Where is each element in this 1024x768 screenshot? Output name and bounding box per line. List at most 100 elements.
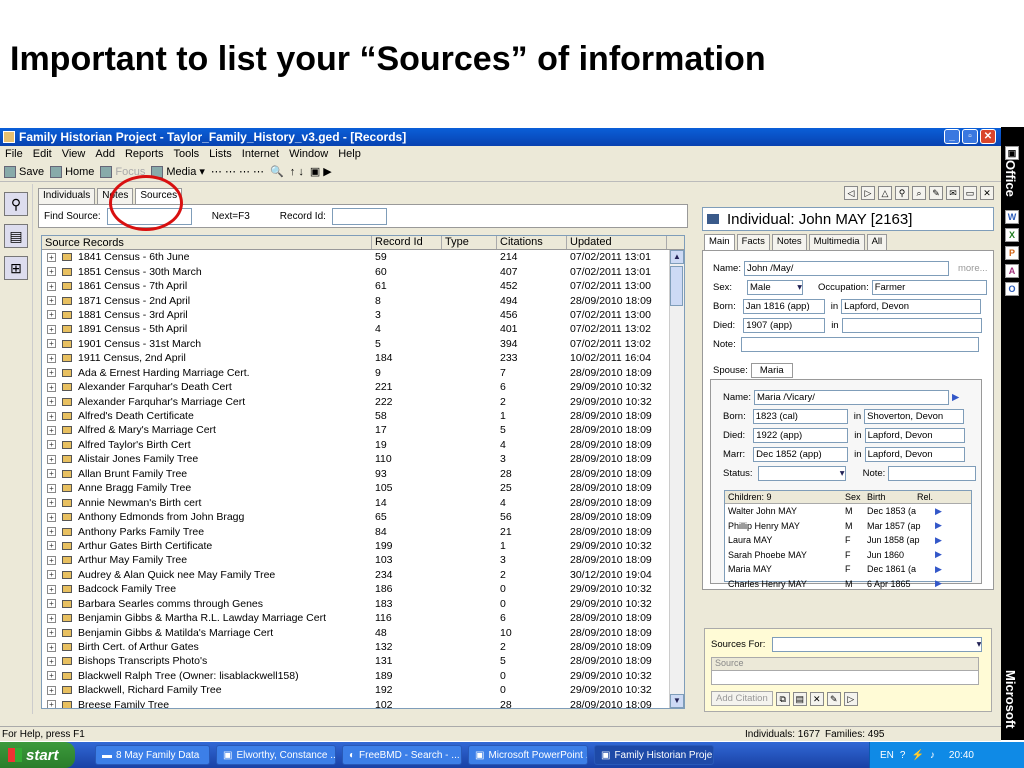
died-place-field[interactable] — [841, 318, 982, 333]
child-row[interactable]: Charles Henry MAY M 6 Apr 1865 ▶ — [725, 577, 971, 592]
expand-icon[interactable]: + — [47, 512, 56, 522]
menu-file[interactable]: File — [4, 148, 24, 160]
expand-icon[interactable]: + — [47, 296, 56, 306]
menu-help[interactable]: Help — [337, 148, 362, 160]
col-citations[interactable]: Citations — [497, 236, 567, 249]
table-row[interactable]: + Arthur May Family Tree 103 3 28/09/2010… — [42, 553, 684, 567]
more-link[interactable]: more... — [958, 263, 988, 274]
col-source-records[interactable]: Source Records — [42, 236, 372, 249]
spouse-died-place-field[interactable]: Lapford, Devon — [864, 428, 965, 443]
binoculars-icon[interactable]: ⌕ — [912, 186, 926, 200]
table-row[interactable]: +1901 Census - 31st March 5 394 07/02/20… — [42, 337, 684, 351]
table-row[interactable]: + Badcock Family Tree 186 0 29/09/2010 10… — [42, 582, 684, 596]
task-powerpoint[interactable]: ▣ Microsoft PowerPoint ... — [468, 745, 588, 765]
expand-icon[interactable]: + — [47, 440, 56, 450]
table-row[interactable]: + Alfred & Mary's Marriage Cert 17 5 28/0… — [42, 423, 684, 437]
table-row[interactable]: + Bishops Transcripts Photo's 131 5 28/09… — [42, 654, 684, 668]
network-icon[interactable]: ⚡ — [911, 750, 923, 761]
go-icon[interactable]: ▷ — [843, 691, 858, 706]
go-to-child-icon[interactable]: ▶ — [927, 549, 947, 560]
marr-date-field[interactable]: Dec 1852 (app) — [753, 447, 849, 462]
word-icon[interactable]: W — [1005, 210, 1019, 224]
expand-icon[interactable]: + — [47, 685, 56, 695]
tool-icon[interactable]: ✎ — [929, 186, 943, 200]
find-icon[interactable]: 🔍 — [270, 165, 284, 178]
close-pane-icon[interactable]: ✕ — [980, 186, 994, 200]
table-row[interactable]: + Alexander Farquhar's Marriage Cert 222 … — [42, 394, 684, 408]
expand-icon[interactable]: + — [47, 324, 56, 334]
table-row[interactable]: + Allan Brunt Family Tree 93 28 28/09/201… — [42, 467, 684, 481]
start-button[interactable]: start — [0, 742, 75, 768]
expand-icon[interactable]: + — [47, 527, 56, 537]
col-type[interactable]: Type — [442, 236, 497, 249]
task-elworthy[interactable]: ▣ Elworthy, Constance ... — [216, 745, 336, 765]
name-field[interactable]: John /May/ — [743, 261, 949, 276]
menu-internet[interactable]: Internet — [241, 148, 280, 160]
maximize-button[interactable]: ▫ — [962, 129, 978, 144]
home-button[interactable]: Home — [50, 165, 94, 178]
go-to-child-icon[interactable]: ▶ — [927, 564, 947, 575]
menu-tools[interactable]: Tools — [172, 148, 200, 160]
record-id-input[interactable] — [331, 207, 387, 225]
expand-icon[interactable]: + — [47, 642, 56, 652]
table-row[interactable]: + Anne Bragg Family Tree 105 25 28/09/201… — [42, 481, 684, 495]
expand-icon[interactable]: + — [47, 656, 56, 666]
delete-icon[interactable]: ✕ — [809, 691, 824, 706]
table-row[interactable]: + Audrey & Alan Quick nee May Family Tree… — [42, 568, 684, 582]
died-date-field[interactable]: 1907 (app) — [743, 318, 826, 333]
expand-icon[interactable]: + — [47, 498, 56, 508]
sources-for-select[interactable]: ▾ — [772, 637, 983, 652]
access-icon[interactable]: A — [1005, 264, 1019, 278]
expand-icon[interactable]: + — [47, 541, 56, 551]
expand-icon[interactable]: + — [47, 555, 56, 565]
diagram-icon[interactable]: ⊞ — [4, 256, 28, 280]
office-app-icon[interactable]: ▣ — [1005, 146, 1019, 160]
table-row[interactable]: + Arthur Gates Birth Certificate 199 1 29… — [42, 539, 684, 553]
go-to-child-icon[interactable]: ▶ — [927, 506, 947, 517]
paste-icon[interactable]: ▤ — [792, 691, 807, 706]
table-row[interactable]: + Birth Cert. of Arthur Gates 132 2 28/09… — [42, 640, 684, 654]
copy-icon[interactable]: ⧉ — [775, 691, 790, 706]
table-row[interactable]: +1851 Census - 30th March 60 407 07/02/2… — [42, 264, 684, 278]
back-icon[interactable]: ◁ — [844, 186, 858, 200]
expand-icon[interactable]: + — [47, 411, 56, 421]
up-icon[interactable]: △ — [878, 186, 892, 200]
table-row[interactable]: + Alfred Taylor's Birth Cert 19 4 28/09/2… — [42, 438, 684, 452]
expand-icon[interactable]: + — [47, 599, 56, 609]
spouse-name-field[interactable]: Maria /Vicary/ — [753, 390, 949, 405]
tab-facts[interactable]: Facts — [736, 234, 770, 250]
spouse-born-field[interactable]: 1823 (cal) — [752, 409, 848, 424]
expand-icon[interactable]: + — [47, 570, 56, 580]
add-citation-button[interactable]: Add Citation — [711, 691, 773, 706]
go-to-spouse-icon[interactable]: ▶ — [952, 392, 959, 403]
child-row[interactable]: Maria MAY F Dec 1861 (a ▶ — [725, 562, 971, 577]
expand-icon[interactable]: + — [47, 425, 56, 435]
table-row[interactable]: + Blackwell, Richard Family Tree 192 0 29… — [42, 683, 684, 697]
volume-icon[interactable]: ♪ — [930, 750, 935, 761]
expand-icon[interactable]: + — [47, 671, 56, 681]
expand-icon[interactable]: + — [47, 584, 56, 594]
table-row[interactable]: + Blackwell Ralph Tree (Owner: lisablackw… — [42, 669, 684, 683]
born-date-field[interactable]: Jan 1816 (app) — [742, 299, 825, 314]
record-window-icon[interactable]: ▣ ▶ — [310, 165, 332, 178]
occupation-field[interactable]: Farmer — [871, 280, 987, 295]
task-freebmd[interactable]: ◐ FreeBMD - Search - ... — [342, 745, 462, 765]
table-row[interactable]: + Alistair Jones Family Tree 110 3 28/09/… — [42, 452, 684, 466]
scroll-up-icon[interactable]: ▲ — [670, 250, 684, 264]
sex-select[interactable]: Male ▾ — [747, 280, 804, 295]
properties-icon[interactable]: ✎ — [826, 691, 841, 706]
go-to-child-icon[interactable]: ▶ — [927, 535, 947, 546]
go-to-child-icon[interactable]: ▶ — [927, 578, 947, 589]
expand-icon[interactable]: + — [47, 469, 56, 479]
table-row[interactable]: + Annie Newman's Birth cert 14 4 28/09/20… — [42, 495, 684, 509]
expand-icon[interactable]: + — [47, 310, 56, 320]
born-place-field[interactable]: Lapford, Devon — [841, 299, 982, 314]
excel-icon[interactable]: X — [1005, 228, 1019, 242]
table-row[interactable]: + Ada & Ernest Harding Marriage Cert. 9 7… — [42, 366, 684, 380]
child-row[interactable]: Sarah Phoebe MAY F Jun 1860 ▶ — [725, 548, 971, 563]
status-note-field[interactable] — [888, 466, 977, 481]
expand-icon[interactable]: + — [47, 628, 56, 638]
records-icon[interactable]: ▤ — [4, 224, 28, 248]
tab-individuals[interactable]: Individuals — [38, 188, 96, 204]
table-row[interactable]: +1911 Census, 2nd April 184 233 10/02/20… — [42, 351, 684, 365]
